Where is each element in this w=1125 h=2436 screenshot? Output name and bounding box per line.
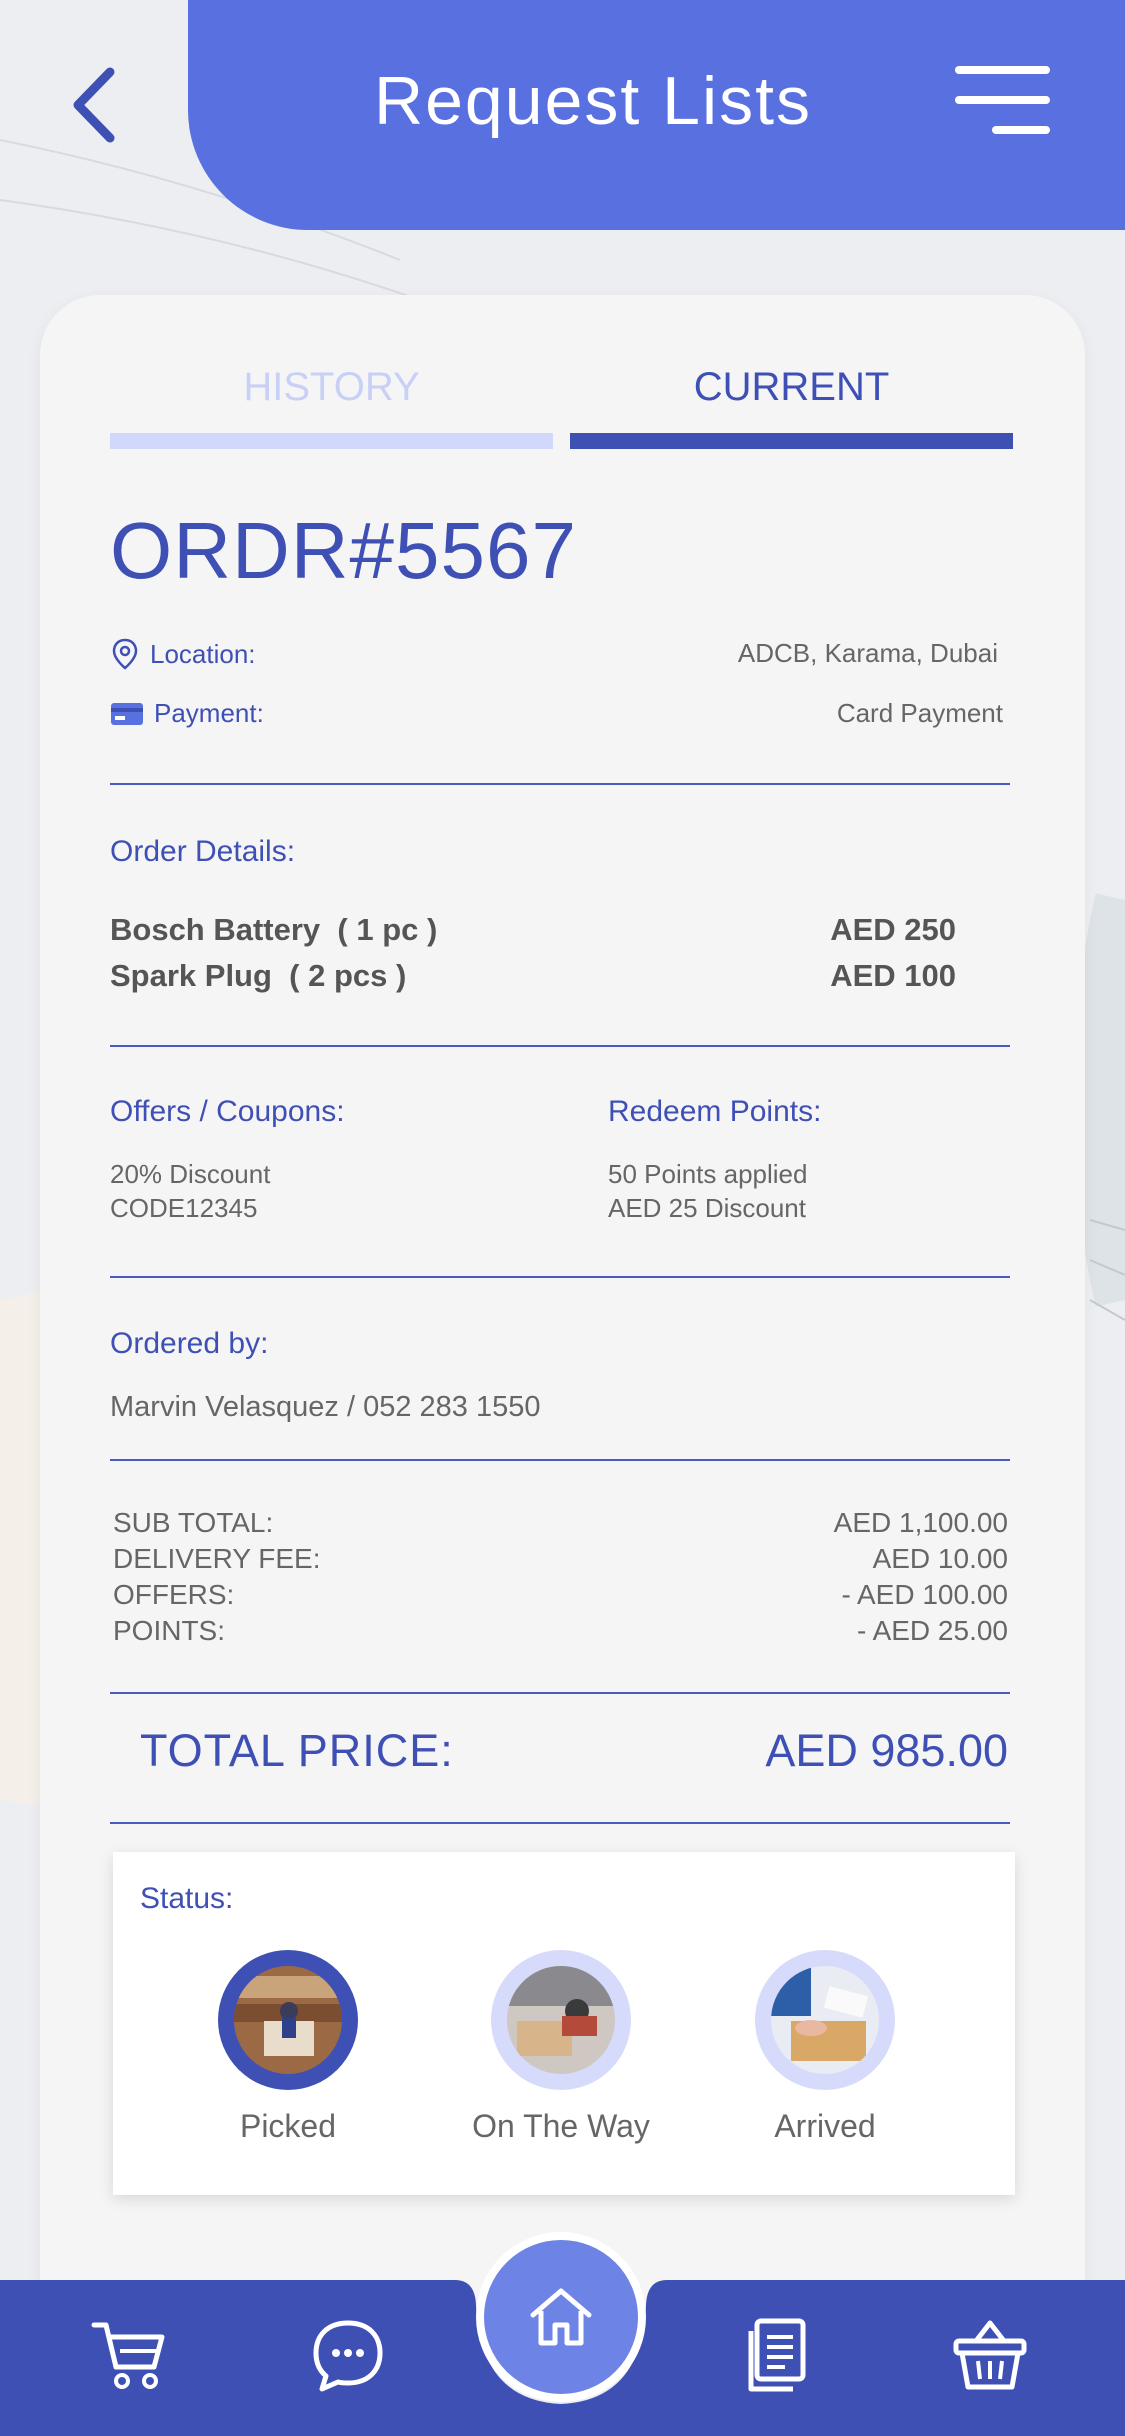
summary-label: SUB TOTAL: — [113, 1507, 274, 1538]
home-icon — [530, 2288, 592, 2346]
status-panel: Status: Picked On The Way Arrived — [113, 1852, 1015, 2195]
location-value: ADCB, Karama, Dubai — [737, 638, 998, 668]
credit-card-icon — [111, 702, 143, 725]
summary-label: POINTS: — [113, 1615, 226, 1646]
delivery-photo — [507, 1966, 615, 2074]
back-button[interactable] — [60, 60, 130, 150]
warehouse-photo — [234, 1966, 342, 2074]
summary-row: DELIVERY FEE: AED 10.00 — [113, 1541, 1008, 1577]
tab-current-indicator — [570, 433, 1013, 449]
divider — [110, 1822, 1010, 1824]
summary-value: AED 10.00 — [872, 1543, 1008, 1574]
total-price-value: AED 985.00 — [765, 1725, 1008, 1776]
ordered-by-title: Ordered by: — [110, 1327, 269, 1360]
menu-icon-line — [955, 66, 1050, 74]
divider — [110, 1045, 1010, 1047]
status-indicator — [218, 1950, 358, 2090]
status-indicator — [755, 1950, 895, 2090]
status-step-on-the-way[interactable]: On The Way — [451, 1950, 671, 2145]
total-price-label: TOTAL PRICE: — [140, 1725, 454, 1776]
chat-icon — [313, 2320, 383, 2392]
payment-value: Card Payment — [836, 698, 1003, 728]
package-photo — [771, 1966, 879, 2074]
offers-code: CODE12345 — [110, 1193, 258, 1223]
ordered-by-value: Marvin Velasquez / 052 283 1550 — [110, 1391, 541, 1423]
status-title: Status: — [140, 1882, 234, 1915]
order-id: ORDR#5567 — [110, 506, 578, 595]
nav-documents[interactable] — [737, 2315, 817, 2395]
order-details-title: Order Details: — [110, 835, 296, 868]
order-item-name: Spark Plug ( 2 pcs ) — [110, 958, 407, 993]
location-row: Location: ADCB, Karama, Dubai — [110, 638, 1003, 670]
status-step-arrived[interactable]: Arrived — [715, 1950, 935, 2145]
order-item-price: AED 250 — [830, 912, 956, 947]
summary-row: POINTS: - AED 25.00 — [113, 1613, 1008, 1649]
page-title: Request Lists — [374, 63, 812, 139]
menu-button[interactable] — [955, 66, 1050, 140]
status-label: Arrived — [774, 2108, 876, 2144]
redeem-line: 50 Points applied — [608, 1159, 808, 1189]
tab-history[interactable]: HISTORY — [110, 365, 553, 410]
divider — [110, 783, 1010, 785]
tab-current[interactable]: CURRENT — [570, 365, 1013, 410]
status-label: On The Way — [472, 2108, 650, 2144]
order-item-name: Bosch Battery ( 1 pc ) — [110, 912, 438, 947]
nav-chat[interactable] — [308, 2315, 388, 2395]
document-icon — [748, 2318, 806, 2392]
summary-value: - AED 100.00 — [841, 1579, 1008, 1610]
basket-icon — [953, 2320, 1027, 2390]
summary-label: DELIVERY FEE: — [113, 1543, 321, 1574]
status-step-picked[interactable]: Picked — [178, 1950, 398, 2145]
location-pin-icon — [112, 638, 138, 670]
summary-label: OFFERS: — [113, 1579, 235, 1610]
summary-value: - AED 25.00 — [857, 1615, 1008, 1646]
order-item-price: AED 100 — [830, 958, 956, 993]
tab-history-indicator — [110, 433, 553, 449]
status-indicator — [491, 1950, 631, 2090]
menu-icon-line — [992, 126, 1050, 134]
location-label: Location: — [150, 638, 256, 669]
summary-row: SUB TOTAL: AED 1,100.00 — [113, 1505, 1008, 1541]
summary-row: OFFERS: - AED 100.00 — [113, 1577, 1008, 1613]
divider — [110, 1276, 1010, 1278]
offers-line: 20% Discount — [110, 1159, 271, 1189]
payment-row: Payment: Card Payment — [110, 698, 1003, 729]
chevron-left-icon — [73, 67, 115, 143]
redeem-title: Redeem Points: — [608, 1095, 822, 1128]
nav-cart[interactable] — [90, 2315, 170, 2395]
offers-title: Offers / Coupons: — [110, 1095, 345, 1128]
payment-label: Payment: — [154, 698, 264, 728]
nav-basket[interactable] — [950, 2315, 1030, 2395]
nav-home[interactable] — [476, 2232, 646, 2402]
cart-icon — [91, 2322, 165, 2389]
menu-icon-line — [955, 96, 1050, 104]
redeem-discount: AED 25 Discount — [608, 1193, 806, 1223]
divider — [110, 1692, 1010, 1694]
status-label: Picked — [239, 2108, 337, 2144]
divider — [110, 1459, 1010, 1461]
summary-value: AED 1,100.00 — [833, 1507, 1008, 1538]
